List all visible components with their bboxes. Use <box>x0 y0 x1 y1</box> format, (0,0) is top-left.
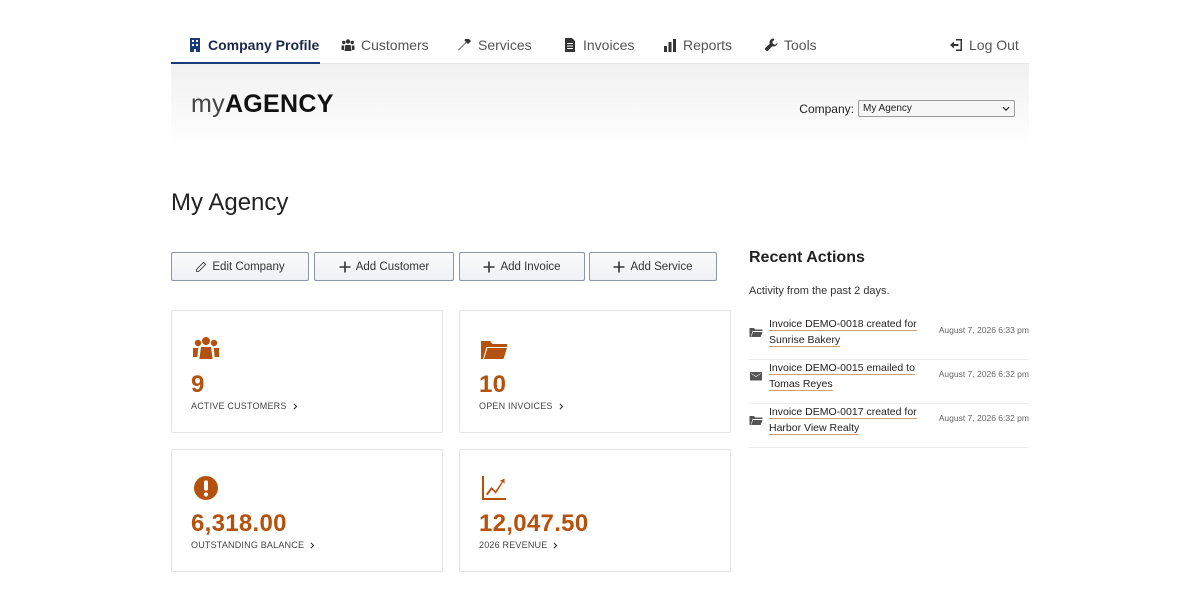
app-logo: myAGENCY <box>191 90 334 119</box>
nav-label: Reports <box>683 37 733 53</box>
logo-agency: AGENCY <box>224 90 334 118</box>
company-label: Company: <box>799 101 854 116</box>
nav-services[interactable]: Services <box>458 26 532 64</box>
stat-link[interactable]: 2026 REVENUE <box>479 540 559 550</box>
activity-text: Invoice DEMO-0017 created for Harbor Vie… <box>769 406 917 435</box>
stat-value: 6,318.00 <box>191 510 287 537</box>
logout-link[interactable]: Log Out <box>949 26 1019 64</box>
nav-tools[interactable]: Tools <box>764 26 817 64</box>
building-icon <box>190 38 200 52</box>
recent-actions-title: Recent Actions <box>749 249 865 266</box>
folder-icon <box>749 413 763 427</box>
stat-link[interactable]: OPEN INVOICES <box>479 401 565 411</box>
folder-icon <box>749 325 763 339</box>
activity-text: Invoice DEMO-0018 created for Sunrise Ba… <box>769 318 917 347</box>
stat-value: 9 <box>191 371 205 398</box>
alert-icon <box>192 474 220 502</box>
activity-item: Invoice DEMO-0015 emailed to Tomas Reyes… <box>749 360 1029 404</box>
stat-card-revenue: 12,047.50 2026 REVENUE <box>459 449 731 572</box>
stat-card-open-invoices: 10 OPEN INVOICES <box>459 310 731 433</box>
folder-icon <box>480 335 508 363</box>
nav-label: Invoices <box>583 37 635 53</box>
envelope-icon <box>749 369 763 383</box>
users-icon <box>192 335 220 363</box>
add-service-button[interactable]: Add Service <box>589 252 717 281</box>
plus-icon <box>339 261 351 272</box>
top-nav: Company Profile Customers Services Invoi… <box>171 26 1029 64</box>
logout-label: Log Out <box>969 37 1019 53</box>
stat-link[interactable]: OUTSTANDING BALANCE <box>191 540 316 550</box>
trend-icon <box>480 474 508 502</box>
button-label: Edit Company <box>212 260 285 273</box>
stat-label: OUTSTANDING BALANCE <box>191 540 305 550</box>
nav-label: Services <box>478 37 532 53</box>
stat-value: 12,047.50 <box>479 510 589 537</box>
chevron-right-icon <box>553 541 558 549</box>
wrench-icon <box>764 38 778 52</box>
activity-link[interactable]: Invoice DEMO-0018 created for Sunrise Ba… <box>769 316 919 348</box>
plus-icon <box>483 261 495 272</box>
stat-value: 10 <box>479 371 507 398</box>
nav-customers[interactable]: Customers <box>341 26 429 64</box>
stat-label: ACTIVE CUSTOMERS <box>191 401 287 411</box>
activity-text: Invoice DEMO-0015 emailed to Tomas Reyes <box>769 362 915 391</box>
chevron-right-icon <box>559 402 563 410</box>
company-switcher: Company: My Agency <box>799 100 1015 117</box>
nav-reports[interactable]: Reports <box>663 26 732 64</box>
nav-company-profile[interactable]: Company Profile <box>188 26 319 64</box>
activity-item: Invoice DEMO-0017 created for Harbor Vie… <box>749 404 1029 448</box>
document-icon <box>565 38 575 52</box>
add-customer-button[interactable]: Add Customer <box>314 252 454 281</box>
button-label: Add Customer <box>355 260 430 273</box>
chevron-right-icon <box>310 541 315 549</box>
button-label: Add Service <box>630 260 693 273</box>
hammer-icon <box>458 39 471 51</box>
logo-my: my <box>191 90 225 118</box>
activity-link[interactable]: Invoice DEMO-0015 emailed to Tomas Reyes <box>769 360 919 392</box>
header-band: myAGENCY Company: My Agency <box>171 64 1029 148</box>
activity-time: August 7, 2026 6:33 pm <box>938 325 1029 335</box>
edit-company-button[interactable]: Edit Company <box>171 252 309 281</box>
add-invoice-button[interactable]: Add Invoice <box>459 252 585 281</box>
stat-link[interactable]: ACTIVE CUSTOMERS <box>191 401 299 411</box>
activity-item: Invoice DEMO-0018 created for Sunrise Ba… <box>749 316 1029 360</box>
button-label: Add Invoice <box>500 260 561 273</box>
nav-label: Company Profile <box>208 37 320 53</box>
stat-card-outstanding-balance: 6,318.00 OUTSTANDING BALANCE <box>171 449 443 572</box>
users-icon <box>341 39 355 51</box>
nav-label: Customers <box>361 37 429 53</box>
pencil-icon <box>196 261 207 272</box>
bar-chart-icon <box>664 39 676 52</box>
page-title: My Agency <box>171 189 289 216</box>
plus-icon <box>613 261 625 272</box>
stat-label: 2026 REVENUE <box>479 540 548 550</box>
chevron-right-icon <box>293 402 297 410</box>
recent-actions-subtitle: Activity from the past 2 days. <box>749 285 890 297</box>
activity-link[interactable]: Invoice DEMO-0017 created for Harbor Vie… <box>769 404 919 436</box>
company-select[interactable]: My Agency <box>858 100 1015 117</box>
stat-card-active-customers: 9 ACTIVE CUSTOMERS <box>171 310 443 433</box>
nav-invoices[interactable]: Invoices <box>563 26 634 64</box>
company-selected-value: My Agency <box>863 103 912 114</box>
chevron-down-icon <box>1002 106 1010 111</box>
logout-icon <box>950 39 962 51</box>
activity-time: August 7, 2026 6:32 pm <box>938 413 1029 423</box>
nav-label: Tools <box>784 37 817 53</box>
stat-label: OPEN INVOICES <box>479 401 553 411</box>
activity-time: August 7, 2026 6:32 pm <box>938 369 1029 379</box>
